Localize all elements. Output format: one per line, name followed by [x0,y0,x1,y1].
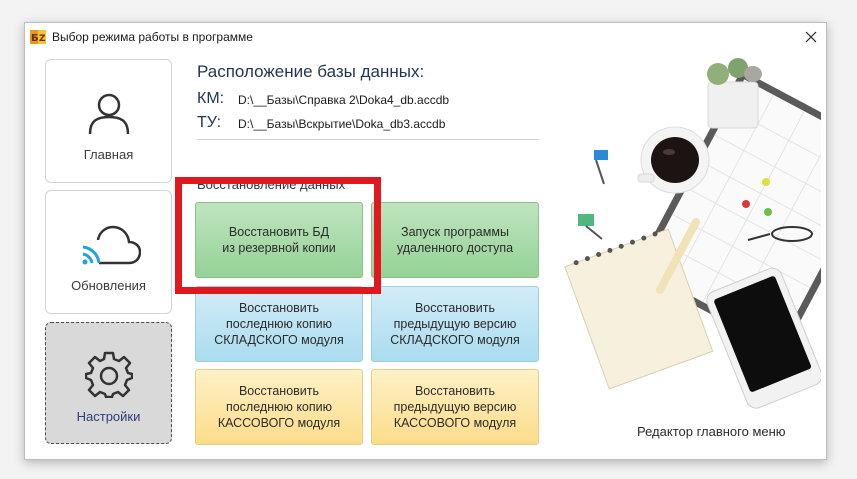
sidebar-item-settings[interactable]: Настройки [45,322,172,444]
restore-section-title: Восстановление данных [197,177,346,192]
restore-db-backup-button[interactable]: Восстановить БД из резервной копии [195,202,363,278]
tu-label: ТУ: [197,114,222,131]
restore-last-warehouse-button[interactable]: Восстановить последнюю копию СКЛАДСКОГО … [195,286,363,362]
db-location-title: Расположение базы данных: [197,62,425,81]
km-db-path: D:\__Базы\Справка 2\Doka4_db.accdb [238,93,450,107]
svg-text:Z: Z [39,34,46,44]
restore-last-cashier-button[interactable]: Восстановить последнюю копию КАССОВОГО м… [195,369,363,445]
close-icon [805,31,817,43]
restore-previous-cashier-button[interactable]: Восстановить предыдущую версию КАССОВОГО… [371,369,539,445]
app-logo-icon: Б Z [30,30,46,44]
sidebar-item-home[interactable]: Главная [45,59,172,183]
sidebar-item-label: Главная [83,147,134,162]
main-menu-editor-link[interactable]: Редактор главного меню [637,424,786,439]
sidebar-item-updates[interactable]: Обновления [45,190,172,314]
divider [197,139,539,140]
restore-previous-warehouse-button[interactable]: Восстановить предыдущую версию СКЛАДСКОГ… [371,286,539,362]
main-window: Б Z Выбор режима работы в программе Глав… [24,22,827,460]
window-title: Выбор режима работы в программе [52,30,253,44]
tu-db-path: D:\__Базы\Вскрытие\Doka_db3.accdb [238,117,446,131]
user-icon [88,93,129,135]
close-button[interactable] [796,23,826,51]
remote-access-button[interactable]: Запуск программы удаленного доступа [371,202,539,278]
desk-photo [548,54,821,454]
km-label: КМ: [197,90,225,107]
sidebar-item-label: Настройки [76,409,141,424]
gear-icon [84,351,133,398]
title-bar: Б Z Выбор режима работы в программе [25,23,826,51]
cloud-update-icon [82,225,141,265]
svg-text:Б: Б [31,33,39,44]
sidebar-item-label: Обновления [71,278,146,293]
